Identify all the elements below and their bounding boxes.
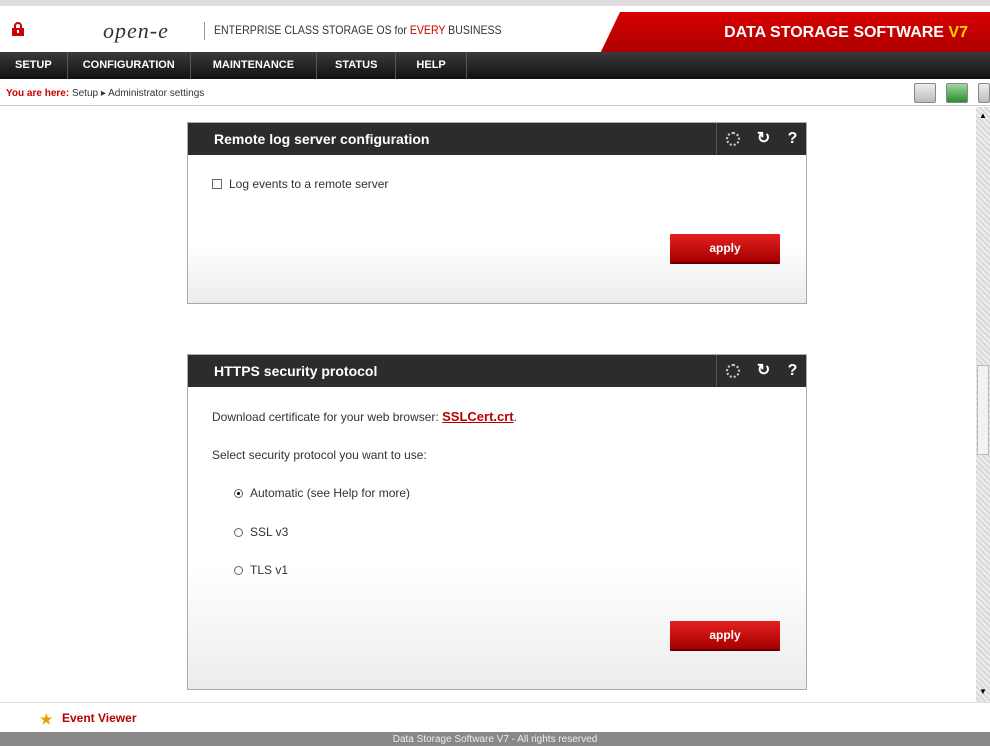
option-tlsv1[interactable]: TLS v1 [234, 563, 288, 577]
option-automatic-label: Automatic (see Help for more) [250, 486, 411, 500]
remote-log-panel: Remote log server configuration ↻ ? Log … [187, 122, 807, 304]
loading-icon [725, 132, 740, 146]
brand-version: V7 [948, 24, 968, 41]
event-viewer-label[interactable]: Event Viewer [62, 711, 136, 725]
top-header: open-e ENTERPRISE CLASS STORAGE OS for E… [0, 0, 990, 58]
https-apply-button[interactable]: apply [670, 621, 780, 651]
tagline: ENTERPRISE CLASS STORAGE OS for EVERY BU… [214, 23, 502, 37]
panel-tools: ↻ ? [716, 123, 806, 155]
star-icon: ★ [40, 711, 53, 727]
https-title: HTTPS security protocol [214, 363, 378, 379]
refresh-icon[interactable]: ↻ [757, 355, 770, 387]
breadcrumb: You are here: Setup ▸ Administrator sett… [0, 79, 990, 106]
logo-divider [204, 22, 205, 40]
tagline-highlight: EVERY [409, 23, 446, 37]
monitor-icon[interactable] [946, 83, 968, 103]
content-scrollbar[interactable]: ▲ ▼ [976, 107, 990, 702]
radio-automatic[interactable] [234, 489, 243, 498]
nav-setup[interactable]: SETUP [0, 52, 68, 79]
tagline-prefix: ENTERPRISE CLASS STORAGE OS for [214, 23, 410, 37]
brand-text: DATA STORAGE SOFTWARE [724, 24, 949, 41]
scroll-thumb[interactable] [977, 365, 989, 455]
help-icon[interactable]: ? [788, 123, 798, 155]
radio-tlsv1[interactable] [234, 566, 243, 575]
panel-tools: ↻ ? [716, 355, 806, 387]
help-icon[interactable]: ? [788, 355, 798, 387]
remote-log-title: Remote log server configuration [214, 131, 430, 147]
breadcrumb-path[interactable]: Setup ▸ Administrator settings [72, 88, 204, 99]
download-suffix: . [513, 410, 517, 424]
download-row: Download certificate for your web browse… [212, 409, 517, 424]
info-icon[interactable] [978, 83, 990, 103]
option-sslv3[interactable]: SSL v3 [234, 525, 288, 539]
option-automatic[interactable]: Automatic (see Help for more) [234, 486, 410, 500]
remote-log-apply-button[interactable]: apply [670, 234, 780, 264]
nav-help[interactable]: HELP [396, 52, 467, 79]
option-sslv3-label: SSL v3 [250, 525, 289, 539]
main-nav: SETUP CONFIGURATION MAINTENANCE STATUS H… [0, 52, 990, 79]
event-viewer-bar[interactable]: ★ Event Viewer [0, 702, 990, 732]
download-text: Download certificate for your web browse… [212, 410, 443, 424]
remote-log-body: Log events to a remote server apply [188, 155, 806, 303]
https-body: Download certificate for your web browse… [188, 387, 806, 689]
tagline-suffix: BUSINESS [445, 23, 502, 37]
option-tlsv1-label: TLS v1 [250, 563, 289, 577]
nav-status[interactable]: STATUS [317, 52, 397, 79]
log-remote-checkbox[interactable] [212, 179, 222, 189]
https-header: HTTPS security protocol ↻ ? [188, 355, 806, 387]
https-panel: HTTPS security protocol ↻ ? Download cer… [187, 354, 807, 690]
content-area: Remote log server configuration ↻ ? Log … [0, 107, 976, 702]
scroll-up-icon[interactable]: ▲ [979, 111, 987, 120]
brand-title: DATA STORAGE SOFTWARE V7 [724, 24, 968, 42]
copyright: Data Storage Software V7 - All rights re… [0, 732, 990, 746]
refresh-icon[interactable]: ↻ [757, 123, 770, 155]
open-e-logo: open-e [103, 18, 169, 43]
select-text: Select security protocol you want to use… [212, 448, 427, 462]
toolbar-icons [914, 83, 990, 103]
ssl-cert-link[interactable]: SSLCert.crt [442, 409, 514, 424]
remote-log-header: Remote log server configuration ↻ ? [188, 123, 806, 155]
scroll-down-icon[interactable]: ▼ [979, 687, 987, 696]
radio-sslv3[interactable] [234, 528, 243, 537]
breadcrumb-prefix: You are here: [6, 88, 70, 99]
server-icon[interactable] [914, 83, 936, 103]
nav-configuration[interactable]: CONFIGURATION [68, 52, 191, 79]
lock-icon [12, 22, 24, 36]
log-remote-label: Log events to a remote server [229, 177, 389, 191]
log-remote-row[interactable]: Log events to a remote server [212, 177, 782, 191]
loading-icon [725, 364, 740, 378]
nav-maintenance[interactable]: MAINTENANCE [191, 52, 318, 79]
